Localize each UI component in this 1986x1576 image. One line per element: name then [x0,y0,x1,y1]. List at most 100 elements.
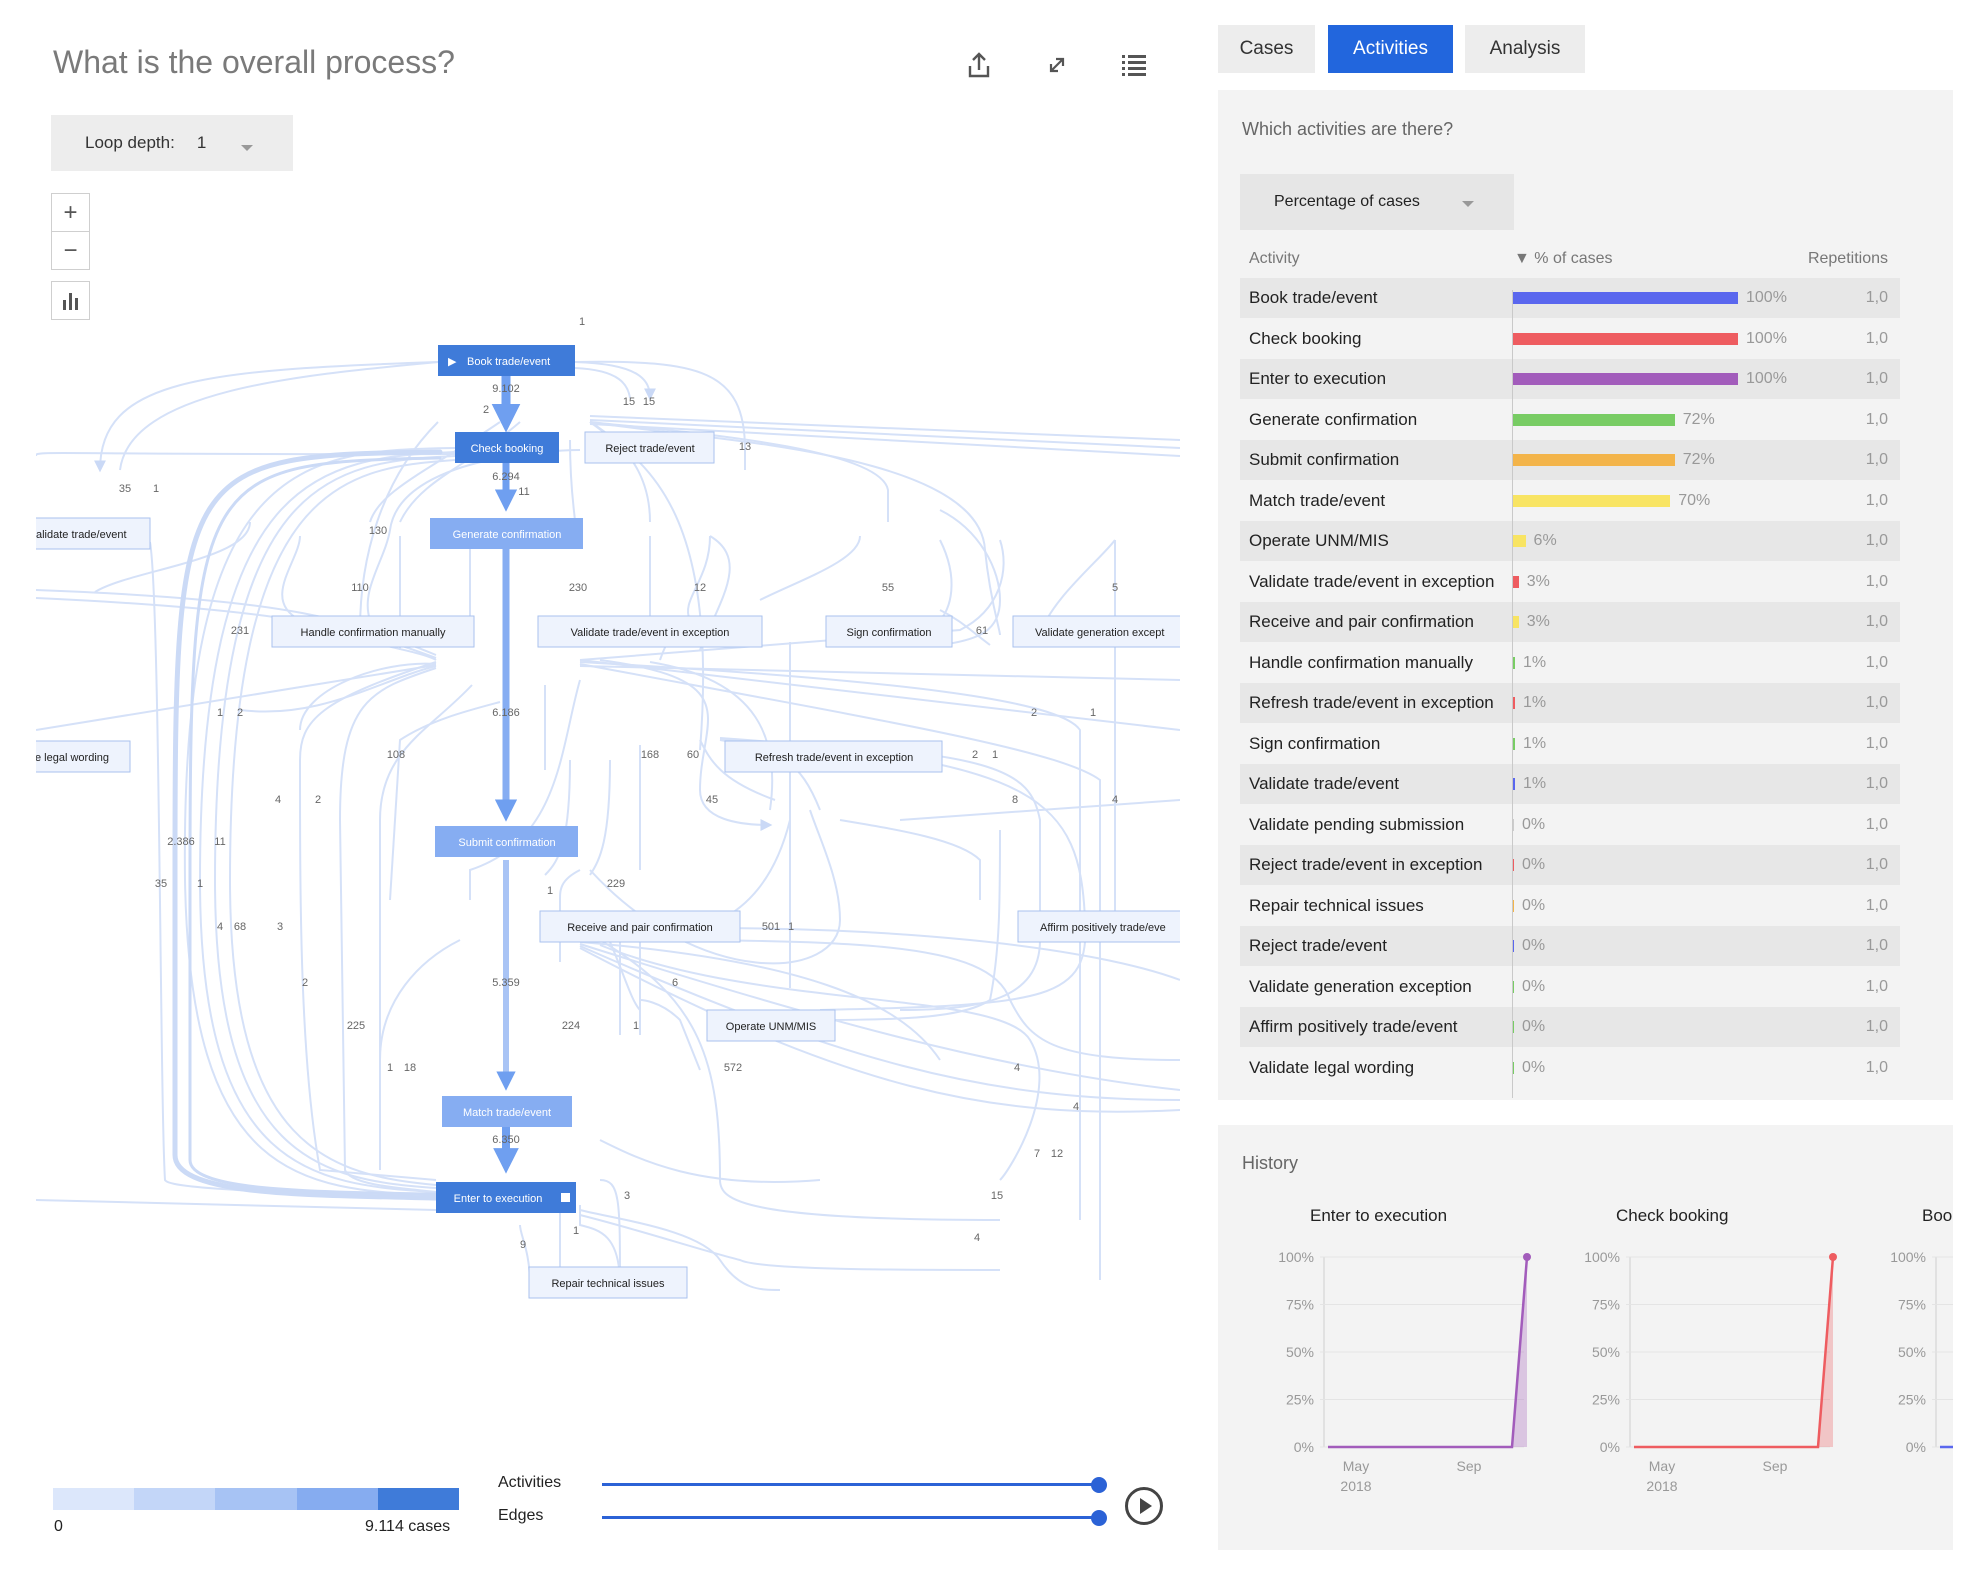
svg-text:1: 1 [788,921,794,933]
table-row[interactable]: Enter to execution 100% 1,0 [1240,359,1900,399]
table-row[interactable]: Handle confirmation manually 1% 1,0 [1240,643,1900,683]
loop-depth-select[interactable]: Loop depth: 1 [51,115,293,171]
activity-percentage: 0% [1522,896,1546,914]
y-tick-label: 75% [1592,1297,1620,1313]
table-row[interactable]: Validate generation exception 0% 1,0 [1240,967,1900,1007]
svg-text:2: 2 [1031,707,1037,719]
table-row[interactable]: Receive and pair confirmation 3% 1,0 [1240,602,1900,642]
history-chart: Check booking100%75%50%25%0%May2018SepJa… [1584,1206,1837,1494]
legend-swatch [53,1488,135,1510]
table-row[interactable]: Validate trade/event in exception 3% 1,0 [1240,562,1900,602]
tab-analysis[interactable]: Analysis [1465,25,1585,73]
node-check-booking[interactable]: Check booking [455,432,559,463]
svg-text:110: 110 [351,582,369,594]
node-validate-legal-wording[interactable]: e legal wording [20,740,131,773]
table-row[interactable]: Refresh trade/event in exception 1% 1,0 [1240,683,1900,723]
edges-slider-handle[interactable] [1091,1510,1107,1526]
edges-slider[interactable] [602,1516,1099,1519]
activity-repetitions: 1,0 [1865,977,1888,995]
table-row[interactable]: Generate confirmation 72% 1,0 [1240,400,1900,440]
activities-slider-handle[interactable] [1091,1477,1107,1493]
activity-percentage: 0% [1522,1058,1546,1076]
activity-repetitions: 1,0 [1865,329,1888,347]
x-tick-label: Sep [1763,1458,1788,1474]
activity-repetitions: 1,0 [1865,491,1888,509]
node-validate-trade-event[interactable]: alidate trade/event [20,517,151,550]
y-tick-label: 50% [1898,1344,1926,1360]
svg-text:alidate trade/event: alidate trade/event [36,529,127,541]
table-row[interactable]: Affirm positively trade/event 0% 1,0 [1240,1007,1900,1047]
column-header-repetitions[interactable]: Repetitions [1808,250,1888,268]
y-tick-label: 75% [1286,1297,1314,1313]
activities-slider[interactable] [602,1483,1099,1486]
node-reject-trade-event[interactable]: Reject trade/event [584,431,715,464]
history-panel: History Enter to execution 100% 75% 50% 25% 0… [1218,1125,1953,1550]
zoom-in-button[interactable]: + [51,193,90,232]
y-tick-label: 100% [1278,1249,1314,1265]
activity-repetitions: 1,0 [1865,451,1888,468]
svg-text:6.350: 6.350 [492,1134,520,1146]
svg-text:Validate generation except: Validate generation except [1035,627,1164,639]
svg-text:Refresh trade/event in excepti: Refresh trade/event in exception [755,752,913,764]
table-row[interactable]: Reject trade/event in exception 0% 1,0 [1240,845,1900,885]
node-book-trade-event[interactable]: ▶ Book trade/event [438,345,575,376]
table-row[interactable]: Validate legal wording 0% 1,0 [1240,1048,1900,1088]
page-title: What is the overall process? [53,44,455,80]
column-header-activity[interactable]: Activity [1249,250,1300,268]
node-enter-to-execution[interactable]: Enter to execution [436,1182,576,1213]
table-row[interactable]: Submit confirmation 72% 1,0 [1240,440,1900,480]
activity-bar [1512,292,1738,304]
svg-text:8: 8 [1012,794,1018,806]
table-row[interactable]: Match trade/event 70% 1,0 [1240,481,1900,521]
column-header-percentage[interactable]: ▼ % of cases [1514,250,1613,268]
table-row[interactable]: Reject trade/event 0% 1,0 [1240,926,1900,966]
process-nodes[interactable]: ▶ Book trade/event Check booking Reject … [20,345,1180,1299]
node-refresh-trade-event-in-exception[interactable]: Refresh trade/event in exception [724,740,943,773]
share-icon[interactable] [962,48,996,82]
activity-name: Validate generation exception [1249,976,1472,996]
node-repair-technical-issues[interactable]: Repair technical issues [528,1266,688,1299]
history-point[interactable] [1523,1253,1531,1261]
zoom-out-button[interactable]: − [51,231,90,270]
activities-question: Which activities are there? [1242,119,1454,139]
table-row[interactable]: Sign confirmation 1% 1,0 [1240,724,1900,764]
node-validate-trade-event-in-exception[interactable]: Validate trade/event in exception [537,615,763,648]
y-tick-label: 0% [1294,1439,1314,1455]
metric-select[interactable]: Percentage of cases [1240,174,1514,230]
svg-text:1: 1 [633,1020,639,1032]
history-title: History [1242,1153,1299,1173]
node-affirm-positively-trade-event[interactable]: Affirm positively trade/eve [1017,910,1180,943]
activity-repetitions: 1,0 [1865,775,1888,792]
table-row[interactable]: Book trade/event 100% 1,0 [1240,278,1900,318]
node-sign-confirmation[interactable]: Sign confirmation [825,615,953,648]
process-map[interactable]: ▶ Book trade/event Check booking Reject … [0,300,1180,1315]
history-point[interactable] [1829,1253,1837,1261]
activity-name: Handle confirmation manually [1249,652,1473,672]
node-validate-generation-exception[interactable]: Validate generation except [1012,615,1180,648]
play-icon[interactable] [1125,1487,1163,1525]
svg-text:5: 5 [1112,582,1118,594]
table-row[interactable]: Validate pending submission 0% 1,0 [1240,805,1900,845]
y-tick-label: 100% [1890,1249,1926,1265]
node-match-trade-event[interactable]: Match trade/event [442,1096,572,1127]
table-row[interactable]: Check booking 100% 1,0 [1240,319,1900,359]
node-receive-and-pair-confirmation[interactable]: Receive and pair confirmation [539,910,741,943]
node-handle-confirmation-manually[interactable]: Handle confirmation manually [271,615,475,648]
svg-text:2.386: 2.386 [167,836,195,848]
tab-activities[interactable]: Activities [1328,25,1453,73]
list-icon[interactable] [1117,48,1151,82]
table-row[interactable]: Validate trade/event 1% 1,0 [1240,764,1900,804]
table-row[interactable]: Operate UNM/MIS 6% 1,0 [1240,521,1900,561]
node-submit-confirmation[interactable]: Submit confirmation [435,826,578,857]
expand-icon[interactable] [1040,48,1074,82]
node-generate-confirmation[interactable]: Generate confirmation [430,518,583,549]
tab-cases[interactable]: Cases [1218,25,1315,73]
svg-text:Reject trade/event: Reject trade/event [605,443,694,455]
node-operate-unm-mis[interactable]: Operate UNM/MIS [706,1009,836,1042]
table-row[interactable]: Repair technical issues 0% 1,0 [1240,886,1900,926]
svg-text:4: 4 [1112,794,1118,806]
svg-text:Submit confirmation: Submit confirmation [458,837,555,849]
svg-text:6: 6 [672,977,678,989]
svg-text:1: 1 [573,1225,579,1237]
history-chart-title: Check booking [1616,1206,1728,1225]
